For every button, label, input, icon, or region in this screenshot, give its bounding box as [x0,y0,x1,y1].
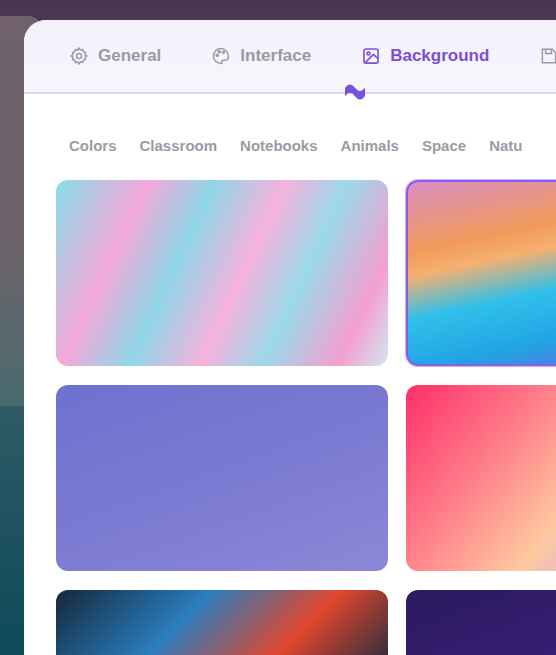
background-card[interactable] [406,590,556,655]
settings-panel: General Interface Background Colors Classro… [24,20,556,655]
tab-label: General [98,46,161,66]
tab-label: Background [390,46,489,66]
palette-icon [211,46,231,66]
category-tab[interactable]: Space [422,137,466,154]
save-icon[interactable] [539,36,556,76]
tab[interactable]: Interface [211,36,311,76]
tab-label: Interface [240,46,311,66]
category-tab[interactable]: Classroom [140,137,218,154]
category-bar: Colors Classroom Notebooks Animals Space Natu [24,94,556,154]
background-card[interactable] [406,180,556,366]
tab-bar: General Interface Background [24,20,556,94]
background-card[interactable] [56,180,388,366]
gear-icon [69,46,89,66]
background-card[interactable] [56,385,388,571]
tab-underline [345,82,505,88]
tab[interactable]: General [69,36,161,76]
category-tab[interactable]: Notebooks [240,137,318,154]
background-card[interactable] [56,590,388,655]
tab[interactable]: Background [361,36,489,76]
image-icon [361,46,381,66]
category-tab[interactable]: Colors [69,137,117,154]
background-grid [24,154,556,655]
category-tab[interactable]: Natu [489,137,522,154]
background-card[interactable] [406,385,556,571]
category-tab[interactable]: Animals [341,137,399,154]
